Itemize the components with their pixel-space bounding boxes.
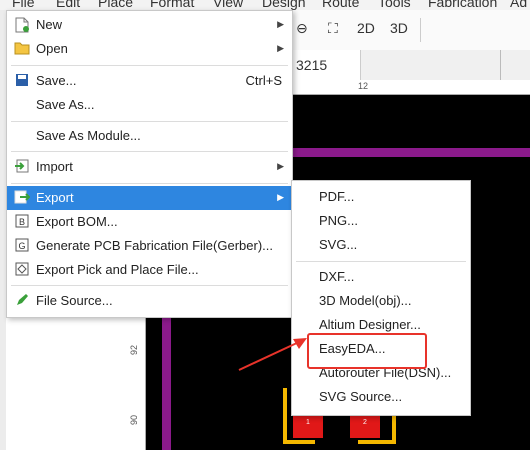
ruler-mark: 12: [358, 81, 369, 91]
menu-bar: File Edit Place Format View Design Route…: [0, 0, 530, 10]
menu-item-gerber[interactable]: G Generate PCB Fabrication File(Gerber).…: [7, 234, 292, 258]
menu-item-label: 3D Model(obj)...: [319, 293, 412, 308]
menu-item-label: Generate PCB Fabrication File(Gerber)...: [36, 238, 273, 253]
menu-item-label: Save As Module...: [36, 128, 141, 143]
new-file-icon: [14, 17, 30, 33]
menu-fabrication[interactable]: Fabrication: [428, 0, 497, 10]
menu-item-label: Save As...: [36, 97, 95, 112]
menu-item-label: PNG...: [319, 213, 359, 228]
tab-divider: [500, 50, 501, 80]
menu-item-label: PDF...: [319, 189, 355, 204]
menu-item-label: Import: [36, 159, 73, 174]
export-pdf[interactable]: PDF...: [292, 185, 470, 209]
export-3d-model[interactable]: 3D Model(obj)...: [292, 289, 470, 313]
chevron-right-icon: ▶: [277, 192, 284, 202]
ruler-mark: 90: [129, 414, 140, 426]
menu-view[interactable]: View: [213, 0, 243, 10]
export-svg[interactable]: SVG...: [292, 233, 470, 257]
file-menu: New ▶ Open ▶ Save... Ctrl+S Save As... S…: [6, 10, 293, 318]
menu-item-label: DXF...: [319, 269, 355, 284]
export-icon: [14, 190, 31, 206]
annotation-highlight-box: [307, 333, 427, 369]
tab-bar: 3215: [290, 50, 530, 81]
menu-item-label: Export BOM...: [36, 214, 118, 229]
svg-text:B: B: [19, 217, 25, 227]
menu-item-label: Altium Designer...: [319, 317, 421, 332]
shortcut-label: Ctrl+S: [245, 73, 282, 88]
footprint-outline: [283, 440, 315, 444]
pcb-trace: [162, 315, 171, 450]
chevron-right-icon: ▶: [277, 19, 284, 29]
zoom-out-icon[interactable]: ⊖: [296, 20, 308, 37]
menu-item-open[interactable]: Open ▶: [7, 37, 292, 61]
open-folder-icon: [14, 41, 30, 57]
menu-item-new[interactable]: New ▶: [7, 13, 292, 37]
menu-divider: [11, 151, 288, 152]
menu-design[interactable]: Design: [262, 0, 306, 10]
ruler-mark: 92: [129, 344, 140, 356]
document-tab[interactable]: 3215: [290, 50, 361, 80]
menu-tools[interactable]: Tools: [378, 0, 411, 10]
menu-item-label: SVG...: [319, 237, 358, 252]
menu-item-label: File Source...: [36, 293, 113, 308]
view-2d-button[interactable]: 2D: [357, 20, 375, 36]
export-svg-source[interactable]: SVG Source...: [292, 385, 470, 409]
export-png[interactable]: PNG...: [292, 209, 470, 233]
menu-item-label: New: [36, 17, 63, 32]
menu-place[interactable]: Place: [98, 0, 133, 10]
save-icon: [14, 73, 30, 89]
fit-view-icon[interactable]: ⛶: [328, 20, 338, 37]
pcb-trace: [290, 148, 530, 157]
menu-item-label: Open: [36, 41, 68, 56]
document-tab-label: 3215: [296, 57, 328, 73]
pencil-icon: [14, 293, 30, 309]
gerber-icon: G: [14, 238, 30, 254]
menu-item-save-as-module[interactable]: Save As Module...: [7, 124, 292, 148]
svg-text:G: G: [19, 241, 26, 251]
menu-item-save-as[interactable]: Save As...: [7, 93, 292, 117]
export-submenu: PDF... PNG... SVG... DXF... 3D Model(obj…: [291, 180, 471, 416]
chevron-right-icon: ▶: [277, 43, 284, 53]
menu-format[interactable]: Format: [150, 0, 194, 10]
export-dxf[interactable]: DXF...: [292, 265, 470, 289]
menu-item-label: Export Pick and Place File...: [36, 262, 199, 277]
menu-advanced[interactable]: Ad: [510, 0, 527, 10]
chevron-right-icon: ▶: [277, 161, 284, 171]
menu-edit[interactable]: Edit: [56, 0, 80, 10]
toolbar: ⊖ ⛶ 2D 3D: [290, 10, 530, 51]
menu-item-pick-place[interactable]: Export Pick and Place File...: [7, 258, 292, 282]
menu-divider: [11, 183, 288, 184]
menu-item-import[interactable]: Import ▶: [7, 155, 292, 179]
menu-item-export[interactable]: Export ▶: [7, 186, 292, 210]
menu-divider: [296, 261, 466, 262]
menu-item-save[interactable]: Save... Ctrl+S: [7, 69, 292, 93]
footprint-outline: [358, 440, 392, 444]
import-icon: [14, 159, 30, 175]
toolbar-divider: [420, 18, 421, 42]
menu-item-file-source[interactable]: File Source...: [7, 289, 292, 313]
top-ruler: 12: [290, 80, 530, 95]
pick-place-icon: [14, 262, 30, 278]
menu-item-label: SVG Source...: [319, 389, 403, 404]
menu-route[interactable]: Route: [322, 0, 359, 10]
menu-item-export-bom[interactable]: B Export BOM...: [7, 210, 292, 234]
menu-divider: [11, 65, 288, 66]
menu-divider: [11, 285, 288, 286]
menu-divider: [11, 121, 288, 122]
menu-file[interactable]: File: [12, 0, 35, 10]
annotation-arrow-icon: [238, 338, 307, 371]
menu-item-label: Save...: [36, 73, 77, 88]
bom-icon: B: [14, 214, 30, 230]
left-ruler: 92 90: [125, 315, 146, 450]
view-3d-button[interactable]: 3D: [390, 20, 408, 36]
menu-item-label: Export: [36, 190, 74, 205]
